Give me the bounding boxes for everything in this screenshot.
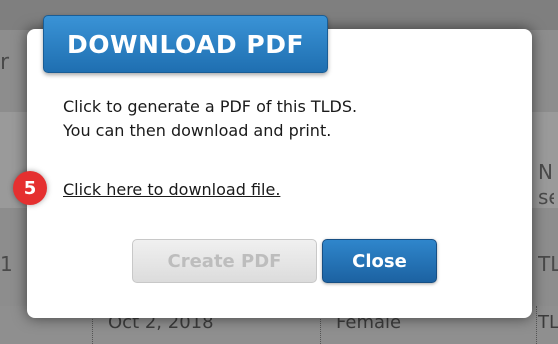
download-file-link[interactable]: Click here to download file. — [63, 180, 280, 199]
background-text-fragment: 10 — [0, 252, 14, 276]
background-row-fragment: TL — [538, 312, 558, 333]
description-line-2: You can then download and print. — [63, 121, 332, 140]
background-cell-separator — [536, 306, 537, 344]
background-text-fragment: TL — [538, 252, 558, 276]
step-number-badge: 5 — [13, 171, 47, 205]
description-line-1: Click to generate a PDF of this TLDS. — [63, 97, 358, 116]
dialog-description: Click to generate a PDF of this TLDS. Yo… — [63, 95, 503, 143]
dialog-title: DOWNLOAD PDF — [43, 15, 328, 73]
download-pdf-dialog: DOWNLOAD PDF Click to generate a PDF of … — [13, 15, 532, 318]
background-text-fragment: se — [538, 185, 554, 209]
background-text-fragment: r — [0, 50, 10, 75]
close-button[interactable]: Close — [322, 239, 437, 283]
background-text-fragment: Na — [538, 160, 554, 184]
create-pdf-button[interactable]: Create PDF — [132, 239, 317, 283]
